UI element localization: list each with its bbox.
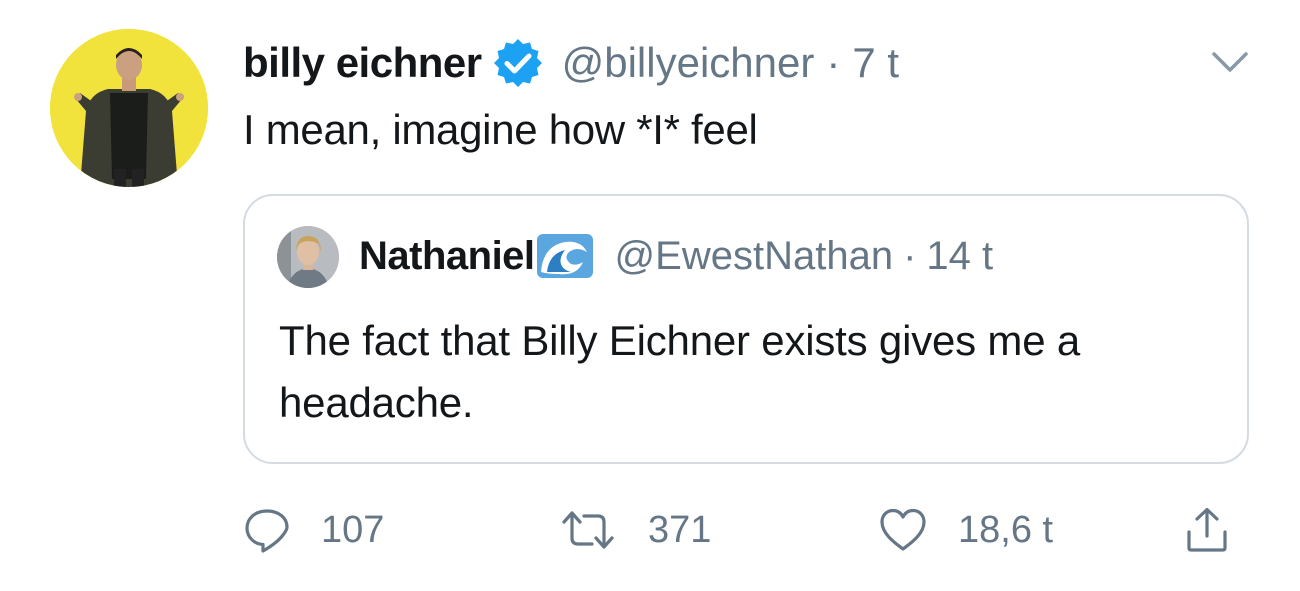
quoted-tweet[interactable]: Nathaniel @EwestNathan · 14 t The fact t… [243,194,1249,464]
tweet-header: billy eichner @billyeichner · 7 t [243,34,899,92]
quoted-separator-dot: · [903,233,917,278]
quoted-author-avatar[interactable] [277,226,339,288]
quoted-author-display-name[interactable]: Nathaniel [359,234,535,279]
author-avatar[interactable] [50,29,208,187]
quoted-author-handle[interactable]: @EwestNathan [615,234,894,279]
share-upload-icon [1183,506,1231,554]
water-wave-icon [536,232,593,280]
like-button[interactable]: 18,6 t [878,500,1053,560]
speech-bubble-icon [243,506,291,554]
tweet-actions-bar: 107 371 18,6 t [243,500,1253,560]
tweet-text: I mean, imagine how *I* feel [243,106,758,153]
like-count: 18,6 t [958,508,1054,551]
author-handle[interactable]: @billyeichner [562,39,815,87]
tweet-timestamp[interactable]: 7 t [852,39,899,87]
author-display-name[interactable]: billy eichner [243,39,482,87]
retweet-count: 371 [648,508,712,551]
reply-button[interactable]: 107 [243,500,384,560]
share-button[interactable] [1183,500,1231,560]
tweet-card[interactable]: billy eichner @billyeichner · 7 t I mean… [0,0,1300,591]
verified-badge-icon [492,37,544,89]
heart-icon [878,507,928,553]
reply-count: 107 [321,508,385,551]
quoted-tweet-timestamp[interactable]: 14 t [926,234,993,279]
quoted-tweet-header: Nathaniel @EwestNathan · 14 t [359,230,993,282]
chevron-down-icon[interactable] [1210,48,1250,76]
quoted-tweet-text: The fact that Billy Eichner exists gives… [279,317,1080,426]
separator-dot: · [826,39,841,86]
retweet-button[interactable]: 371 [558,500,711,560]
retweet-arrows-icon [558,506,618,554]
